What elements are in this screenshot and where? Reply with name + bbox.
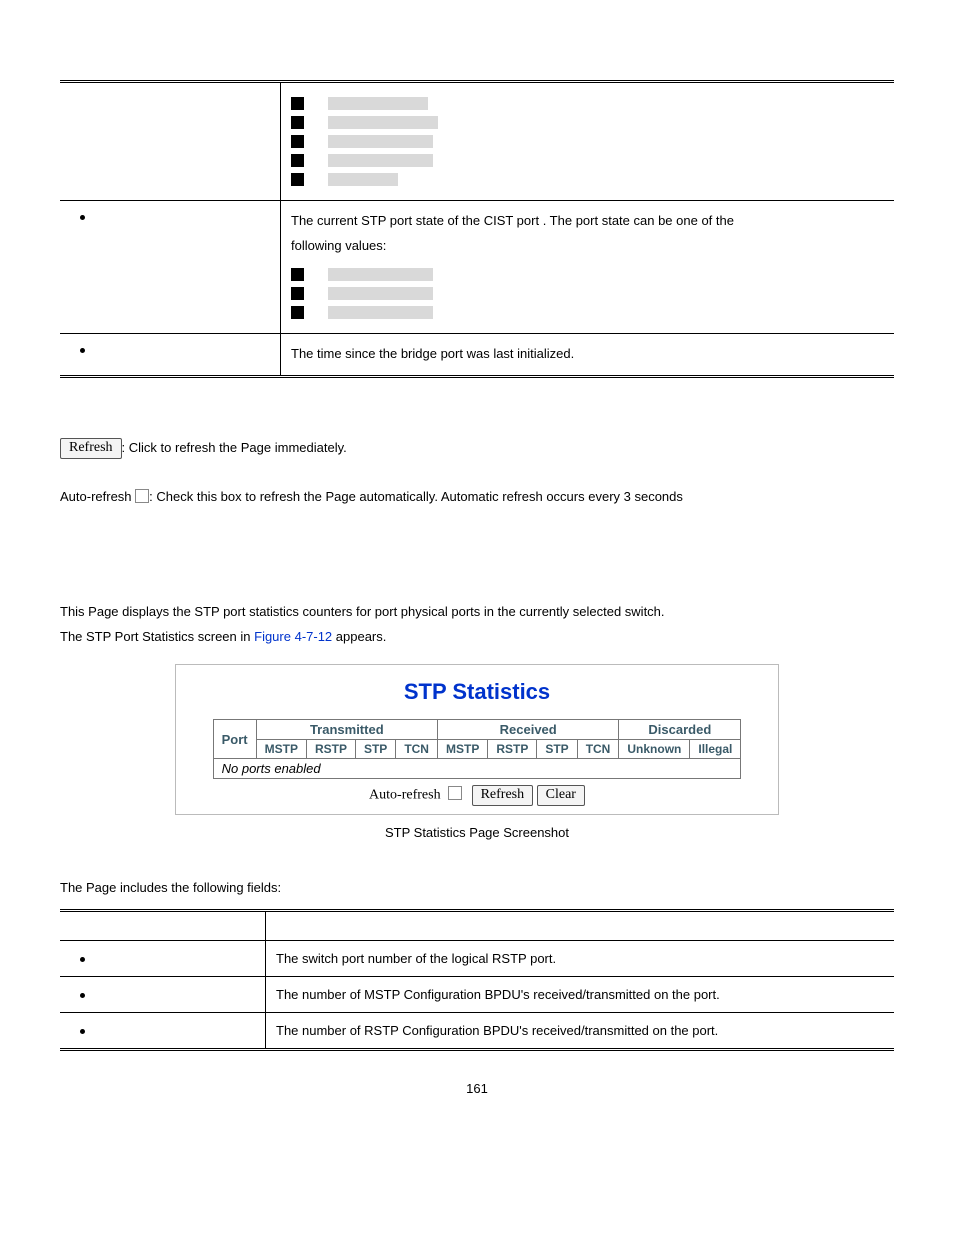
sub-stp: STP (537, 740, 577, 759)
col-received: Received (437, 720, 618, 740)
sub-tcn: TCN (577, 740, 619, 759)
fields-intro: The Page includes the following fields: (60, 880, 894, 895)
intro-line1: This Page displays the STP port statisti… (60, 604, 894, 619)
sub-unknown: Unknown (619, 740, 690, 759)
sub-rstp: RSTP (488, 740, 537, 759)
bullet-icon (80, 215, 85, 220)
sub-mstp: MSTP (256, 740, 306, 759)
fig-autorefresh-label: Auto-refresh (369, 788, 441, 803)
bullet-icon (80, 348, 85, 353)
bullet-icon (80, 957, 85, 962)
col-transmitted: Transmitted (256, 720, 437, 740)
sub-illegal: Illegal (690, 740, 741, 759)
square-icon (291, 97, 304, 110)
fig-refresh-button[interactable]: Refresh (472, 785, 534, 806)
autorefresh-label: Auto-refresh (60, 489, 135, 504)
no-ports-row: No ports enabled (213, 759, 741, 779)
field-mstp-desc: The number of MSTP Configuration BPDU's … (266, 977, 895, 1013)
sub-stp: STP (355, 740, 395, 759)
fig-clear-button[interactable]: Clear (537, 785, 585, 806)
sub-tcn: TCN (396, 740, 438, 759)
bullet-icon (80, 1029, 85, 1034)
sub-rstp: RSTP (306, 740, 355, 759)
square-icon (291, 154, 304, 167)
stp-statistics-figure: STP Statistics Port Transmitted Received… (175, 664, 779, 815)
field-port-desc: The switch port number of the logical RS… (266, 941, 895, 977)
figure-caption: STP Statistics Page Screenshot (60, 825, 894, 840)
intro-line2a: The STP Port Statistics screen in (60, 629, 254, 644)
sub-mstp: MSTP (437, 740, 487, 759)
autorefresh-checkbox[interactable] (135, 489, 149, 503)
refresh-desc: : Click to refresh the Page immediately. (122, 440, 347, 455)
col-port: Port (213, 720, 256, 759)
bullet-icon (80, 993, 85, 998)
figure-link[interactable]: Figure 4-7-12 (254, 629, 332, 644)
desc-text: following values: (291, 234, 884, 259)
autorefresh-desc: : Check this box to refresh the Page aut… (149, 489, 683, 504)
refresh-button[interactable]: Refresh (60, 438, 122, 459)
field-rstp-desc: The number of RSTP Configuration BPDU's … (266, 1013, 895, 1050)
desc-text: The current STP port state of the CIST p… (291, 209, 884, 234)
stp-statistics-table: Port Transmitted Received Discarded MSTP… (213, 719, 742, 779)
figure-title: STP Statistics (182, 679, 772, 705)
square-icon (291, 173, 304, 186)
page-number: 161 (60, 1081, 894, 1096)
square-icon (291, 268, 304, 281)
square-icon (291, 306, 304, 319)
param-table-continued: The current STP port state of the CIST p… (60, 80, 894, 378)
square-icon (291, 135, 304, 148)
square-icon (291, 287, 304, 300)
square-icon (291, 116, 304, 129)
col-discarded: Discarded (619, 720, 741, 740)
fields-table: The switch port number of the logical RS… (60, 909, 894, 1051)
fig-autorefresh-checkbox[interactable] (448, 786, 462, 800)
desc-text: The time since the bridge port was last … (281, 334, 895, 377)
intro-line2b: appears. (332, 629, 386, 644)
